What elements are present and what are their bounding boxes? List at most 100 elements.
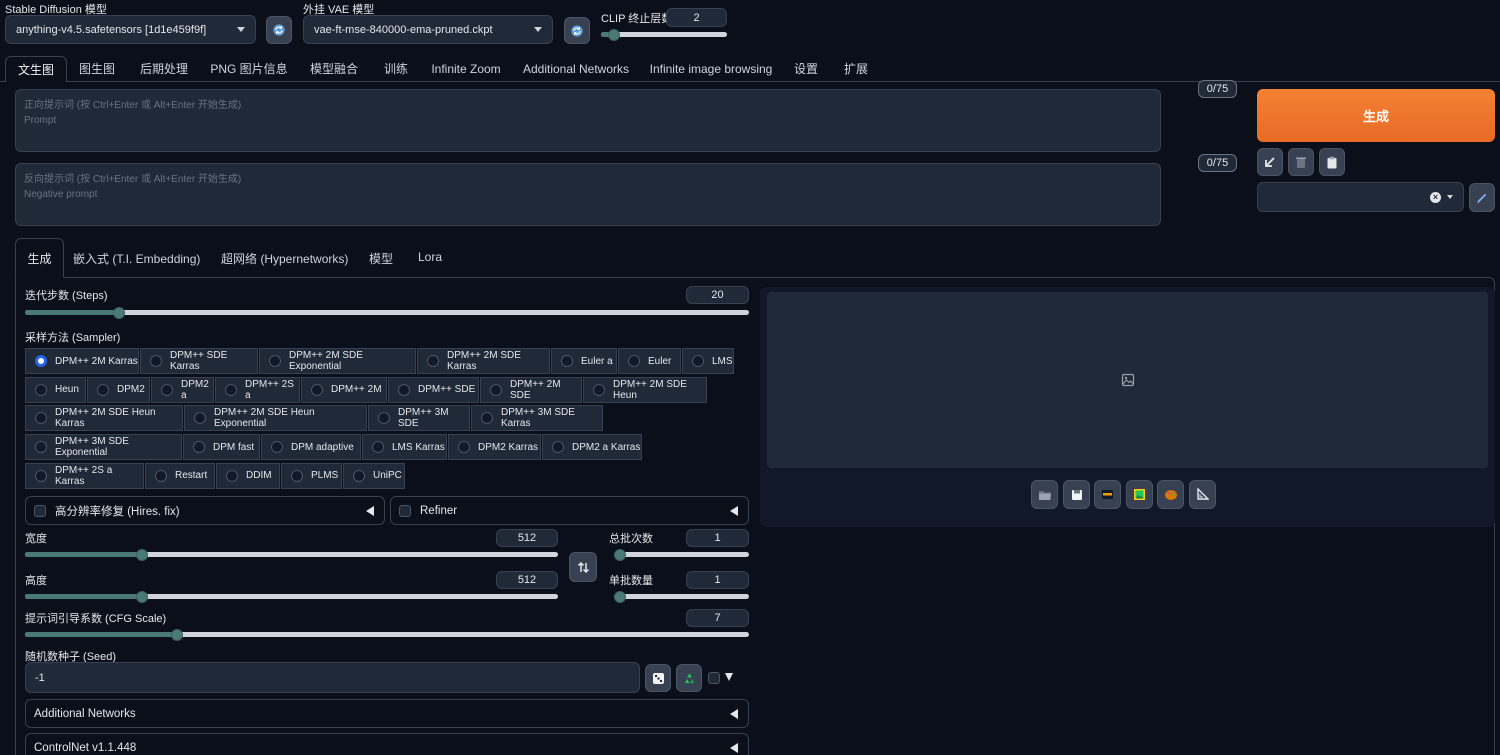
sampler-option[interactable]: DPM++ 2M Karras (25, 348, 139, 374)
send-to-img2img-button[interactable] (1126, 480, 1153, 509)
steps-slider[interactable] (25, 306, 749, 319)
sampler-option[interactable]: UniPC (343, 462, 405, 489)
sampler-option[interactable]: DPM++ 2M SDE Heun (583, 376, 707, 403)
tab-img2img[interactable]: 图生图 (70, 56, 124, 82)
sampler-option[interactable]: DPM++ 3M SDE (368, 405, 470, 432)
seed-input[interactable]: -1 (25, 662, 640, 693)
edit-styles-button[interactable] (1469, 183, 1495, 212)
tab-txt2img[interactable]: 文生图 (5, 56, 67, 82)
random-seed-button[interactable] (645, 664, 671, 692)
sampler-option[interactable]: Heun (25, 376, 86, 403)
apply-styles-button[interactable] (1319, 148, 1345, 176)
slider-thumb[interactable] (614, 548, 626, 561)
sd-model-dropdown[interactable]: anything-v4.5.safetensors [1d1e459f9f] (5, 15, 256, 44)
height-slider[interactable] (25, 590, 558, 603)
hires-fix-accordion[interactable]: 高分辨率修复 (Hires. fix) (25, 496, 385, 525)
refresh-sd-model-button[interactable] (266, 16, 292, 44)
pencil-icon (1477, 193, 1487, 203)
sampler-option[interactable]: Euler a (551, 348, 617, 374)
sampler-option[interactable]: Restart (145, 462, 215, 489)
sampler-option[interactable]: DPM++ 2S a Karras (25, 462, 144, 489)
vae-dropdown[interactable]: vae-ft-mse-840000-ema-pruned.ckpt (303, 15, 553, 44)
reuse-seed-button[interactable] (676, 664, 702, 692)
extra-seed-checkbox[interactable] (708, 672, 720, 684)
sampler-option[interactable]: PLMS (281, 462, 342, 489)
sampler-option[interactable]: DPM++ 2M (301, 376, 387, 403)
clip-skip-input[interactable]: 2 (666, 8, 727, 27)
tab-additional-networks[interactable]: Additional Networks (514, 56, 638, 82)
refiner-checkbox[interactable] (399, 504, 411, 517)
slider-thumb[interactable] (614, 590, 626, 603)
height-input[interactable]: 512 (496, 571, 558, 589)
sampler-option[interactable]: DPM++ 2M SDE Exponential (259, 348, 416, 374)
subtab-generation[interactable]: 生成 (15, 238, 64, 278)
batch-size-input[interactable]: 1 (686, 571, 749, 589)
sampler-option[interactable]: DPM fast (183, 434, 260, 461)
tab-infinite-image-browsing[interactable]: Infinite image browsing (644, 56, 778, 82)
sampler-option[interactable]: DPM2 (87, 376, 150, 403)
sampler-option[interactable]: DPM++ 3M SDE Exponential (25, 434, 182, 461)
send-to-inpaint-button[interactable] (1157, 480, 1184, 509)
radio-icon (291, 469, 303, 482)
sampler-option[interactable]: DPM++ 2M SDE (480, 376, 582, 403)
styles-dropdown[interactable]: × (1257, 182, 1464, 212)
sampler-option[interactable]: DPM2 Karras (448, 434, 541, 461)
slider-thumb[interactable] (136, 548, 149, 561)
tab-extensions[interactable]: 扩展 (834, 56, 878, 82)
generate-button[interactable]: 生成 (1257, 89, 1495, 142)
radio-icon (311, 383, 323, 396)
clip-skip-slider[interactable] (601, 28, 727, 41)
negative-prompt-textarea[interactable]: 反向提示词 (按 Ctrl+Enter 或 Alt+Enter 开始生成) Ne… (15, 163, 1161, 226)
refresh-vae-button[interactable] (564, 17, 590, 44)
tab-infinite-zoom[interactable]: Infinite Zoom (424, 56, 508, 82)
clear-prompt-button[interactable] (1288, 148, 1314, 176)
sampler-option[interactable]: DPM++ SDE Karras (140, 348, 258, 374)
tab-settings[interactable]: 设置 (784, 56, 828, 82)
sampler-option[interactable]: LMS (682, 348, 734, 374)
batch-count-slider[interactable] (614, 548, 749, 561)
sampler-option[interactable]: DPM++ 2M SDE Heun Exponential (184, 405, 367, 432)
additional-networks-accordion[interactable]: Additional Networks (25, 699, 749, 728)
subtab-embedding[interactable]: 嵌入式 (T.I. Embedding) (73, 250, 200, 267)
sampler-option[interactable]: LMS Karras (362, 434, 447, 461)
tab-checkpoint-merger[interactable]: 模型融合 (300, 56, 368, 82)
subtab-models[interactable]: 模型 (369, 250, 393, 267)
batch-size-slider[interactable] (614, 590, 749, 603)
slider-thumb[interactable] (136, 590, 149, 603)
tab-png-info[interactable]: PNG 图片信息 (204, 56, 294, 82)
controlnet-accordion[interactable]: ControlNet v1.1.448 (25, 733, 749, 755)
save-button[interactable] (1063, 480, 1090, 509)
sampler-option[interactable]: DPM2 a (151, 376, 214, 403)
prompt-textarea[interactable]: 正向提示词 (按 Ctrl+Enter 或 Alt+Enter 开始生成) Pr… (15, 89, 1161, 152)
slider-thumb[interactable] (113, 306, 126, 319)
hires-fix-checkbox[interactable] (34, 504, 46, 517)
read-params-button[interactable] (1257, 148, 1283, 176)
subtab-hypernetworks[interactable]: 超网络 (Hypernetworks) (221, 250, 348, 267)
sampler-option[interactable]: DDIM (216, 462, 280, 489)
sampler-option[interactable]: Euler (618, 348, 681, 374)
cfg-scale-input[interactable]: 7 (686, 609, 749, 627)
sampler-option[interactable]: DPM++ 2M SDE Karras (417, 348, 550, 374)
slider-thumb[interactable] (171, 628, 184, 641)
tab-extras[interactable]: 后期处理 (130, 56, 198, 82)
send-to-extras-button[interactable] (1189, 480, 1216, 509)
width-slider[interactable] (25, 548, 558, 561)
sampler-option[interactable]: DPM adaptive (261, 434, 361, 461)
refiner-accordion[interactable]: Refiner (390, 496, 749, 525)
steps-input[interactable]: 20 (686, 286, 749, 304)
width-input[interactable]: 512 (496, 529, 558, 547)
slider-thumb[interactable] (607, 28, 620, 41)
batch-count-input[interactable]: 1 (686, 529, 749, 547)
sampler-option[interactable]: DPM2 a Karras (542, 434, 642, 461)
sampler-option[interactable]: DPM++ 2M SDE Heun Karras (25, 405, 183, 432)
open-folder-button[interactable] (1031, 480, 1058, 509)
sampler-option[interactable]: DPM++ SDE (388, 376, 479, 403)
zip-button[interactable] (1094, 480, 1121, 509)
clear-x-icon[interactable]: × (1430, 191, 1441, 203)
sampler-option[interactable]: DPM++ 3M SDE Karras (471, 405, 603, 432)
swap-dimensions-button[interactable] (569, 552, 597, 582)
subtab-lora[interactable]: Lora (418, 250, 442, 264)
cfg-scale-slider[interactable] (25, 628, 749, 641)
tab-train[interactable]: 训练 (374, 56, 418, 82)
sampler-option[interactable]: DPM++ 2S a (215, 376, 300, 403)
